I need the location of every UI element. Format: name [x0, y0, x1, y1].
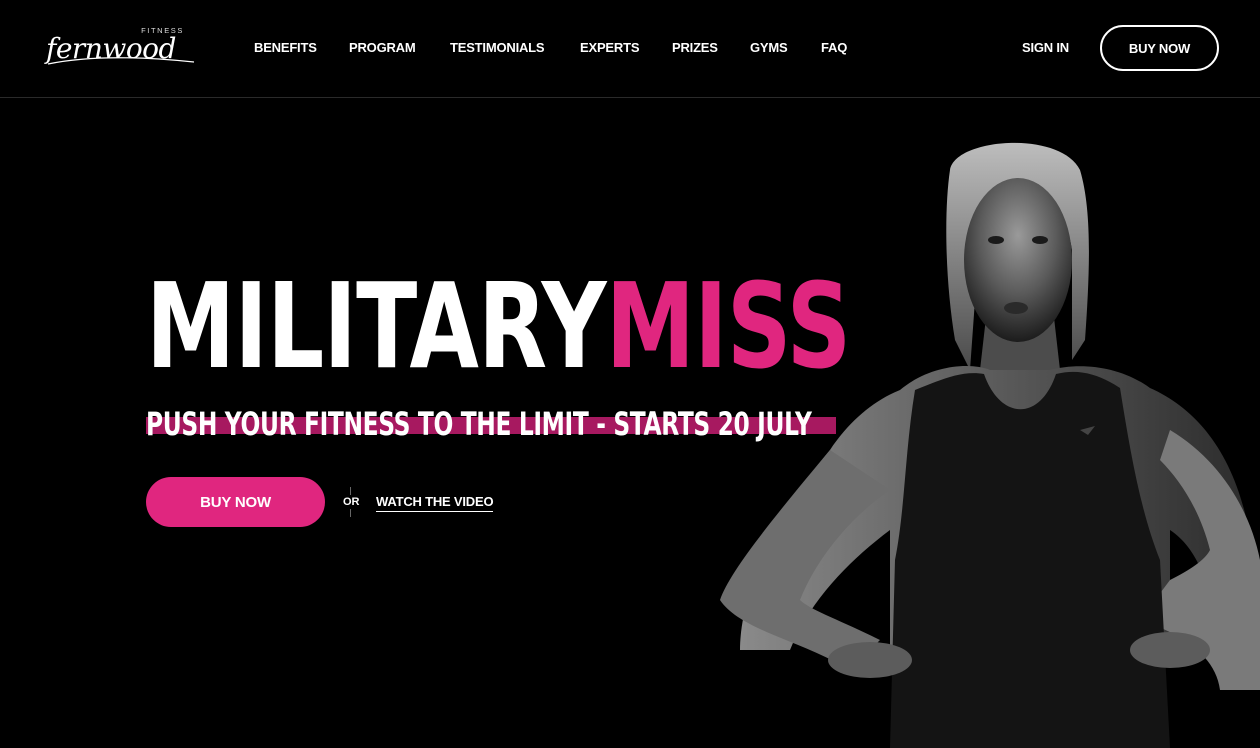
nav-item-benefits[interactable]: BENEFITS — [254, 40, 317, 55]
hero-title-white: MILITARY — [146, 257, 607, 395]
hero-title: MILITARYMISS — [146, 266, 851, 386]
watch-video-link[interactable]: WATCH THE VIDEO — [376, 494, 494, 512]
nav-item-program[interactable]: PROGRAM — [349, 40, 416, 55]
logo-swoosh-icon — [47, 57, 195, 65]
header-buy-now-button[interactable]: BUY NOW — [1100, 25, 1219, 71]
nav-item-prizes[interactable]: PRIZES — [672, 40, 718, 55]
site-header: FITNESS fernwood BENEFITS PROGRAM TESTIM… — [0, 0, 1260, 98]
sign-in-link[interactable]: SIGN IN — [1022, 40, 1069, 55]
or-separator: OR — [341, 495, 362, 509]
hero-tagline-block: PUSH YOUR FITNESS TO THE LIMIT - STARTS … — [146, 404, 866, 444]
nav-item-faq[interactable]: FAQ — [821, 40, 847, 55]
hero-tagline: PUSH YOUR FITNESS TO THE LIMIT - STARTS … — [146, 405, 812, 443]
hero-title-pink: MISS — [605, 257, 851, 395]
nav-item-gyms[interactable]: GYMS — [750, 40, 788, 55]
hero-buy-now-button[interactable]: BUY NOW — [146, 477, 325, 527]
fernwood-fitness-logo[interactable]: FITNESS fernwood — [46, 26, 198, 70]
nav-item-experts[interactable]: EXPERTS — [580, 40, 639, 55]
nav-item-testimonials[interactable]: TESTIMONIALS — [450, 40, 545, 55]
